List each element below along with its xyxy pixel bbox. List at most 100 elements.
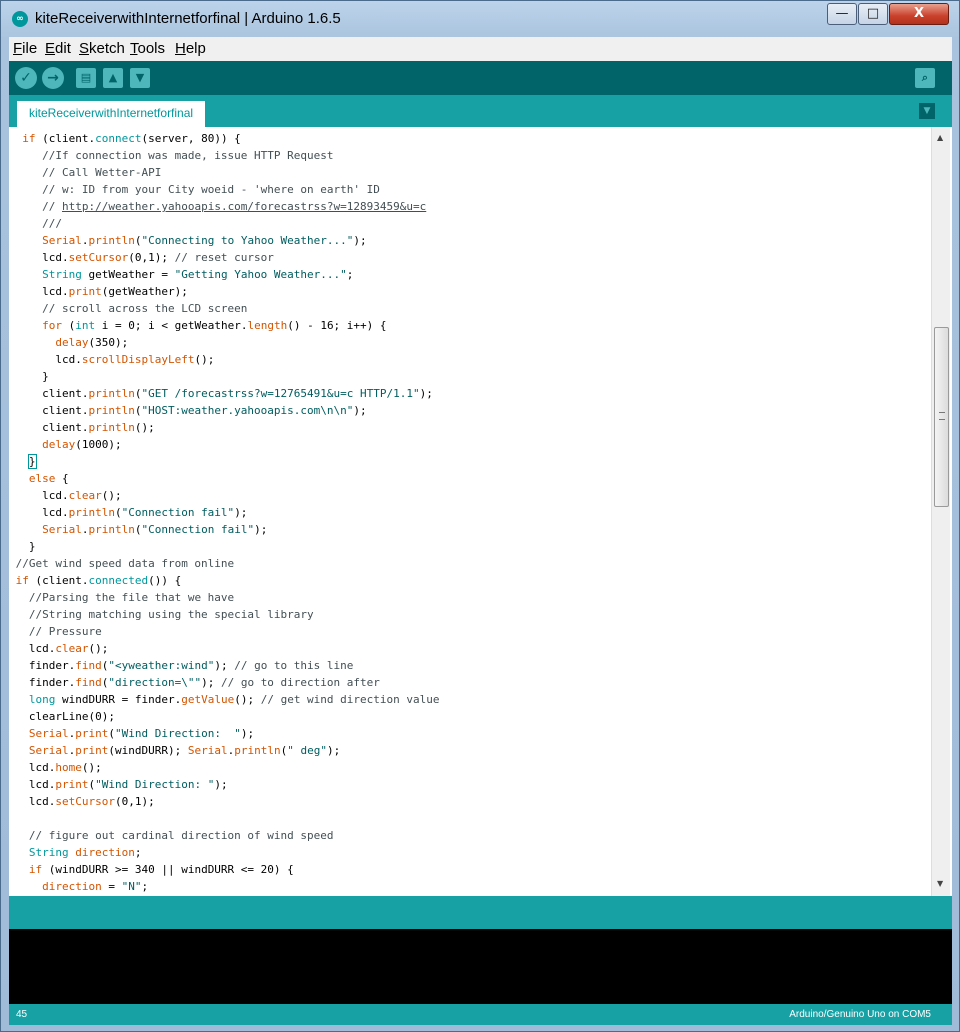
code-line[interactable]: lcd.println("Connection fail");	[9, 504, 931, 521]
close-button[interactable]: X	[889, 3, 949, 25]
code-token: clear	[55, 642, 89, 655]
code-line[interactable]: lcd.setCursor(0,1);	[9, 793, 931, 810]
code-line[interactable]: ///	[9, 215, 931, 232]
code-token: lcd.	[9, 285, 69, 298]
code-line[interactable]: // scroll across the LCD screen	[9, 300, 931, 317]
code-token: if	[22, 132, 36, 145]
code-line[interactable]: Serial.println("Connection fail");	[9, 521, 931, 538]
code-token: (1000);	[75, 438, 122, 451]
code-token: .	[81, 523, 89, 536]
scroll-up-arrow-icon[interactable]: ▲	[937, 133, 943, 142]
code-line[interactable]: // w: ID from your City woeid - 'where o…	[9, 181, 931, 198]
menu-help[interactable]: Help	[175, 40, 206, 57]
scrollbar-thumb[interactable]	[934, 327, 949, 507]
menu-tools[interactable]: Tools	[130, 40, 165, 57]
code-line[interactable]: Serial.print(windDURR); Serial.println("…	[9, 742, 931, 759]
scroll-down-arrow-icon[interactable]: ▼	[937, 879, 943, 888]
code-line[interactable]: // Pressure	[9, 623, 931, 640]
menu-file[interactable]: File	[13, 40, 37, 57]
code-token: "<yweather:wind"	[108, 659, 215, 672]
code-line[interactable]: // http://weather.yahooapis.com/forecast…	[9, 198, 931, 215]
code-line[interactable]: lcd.scrollDisplayLeft();	[9, 351, 931, 368]
code-token: // Pressure	[28, 625, 102, 638]
code-line[interactable]: else {	[9, 470, 931, 487]
code-token: clear	[68, 489, 102, 502]
code-line[interactable]: clearLine(0);	[9, 708, 931, 725]
code-line[interactable]: lcd.print("Wind Direction: ");	[9, 776, 931, 793]
new-icon[interactable]: ▤	[76, 68, 96, 88]
code-token: (client.	[35, 132, 96, 145]
maximize-button[interactable]: □	[858, 3, 888, 25]
code-line[interactable]: //String matching using the special libr…	[9, 606, 931, 623]
status-bar: 45 Arduino/Genuino Uno on COM5	[9, 1004, 952, 1025]
code-line[interactable]: }	[9, 538, 931, 555]
code-line[interactable]: String getWeather = "Getting Yahoo Weath…	[9, 266, 931, 283]
vertical-scrollbar[interactable]: ▲ ▼	[931, 127, 950, 896]
code-line[interactable]: Serial.print("Wind Direction: ");	[9, 725, 931, 742]
code-editor[interactable]: if (client.connect(server, 80)) { //If c…	[9, 127, 952, 896]
code-line[interactable]	[9, 810, 931, 827]
code-line[interactable]: finder.find("direction=\""); // go to di…	[9, 674, 931, 691]
code-line[interactable]: finder.find("<yweather:wind"); // go to …	[9, 657, 931, 674]
code-line[interactable]: lcd.print(getWeather);	[9, 283, 931, 300]
code-line[interactable]: //Get wind speed data from online	[9, 555, 931, 572]
minimize-button[interactable]: —	[827, 3, 857, 25]
code-line[interactable]: delay(350);	[9, 334, 931, 351]
code-line[interactable]: lcd.home();	[9, 759, 931, 776]
verify-icon[interactable]: ✓	[15, 67, 37, 89]
code-line[interactable]: for (int i = 0; i < getWeather.length() …	[9, 317, 931, 334]
code-line[interactable]: long windDURR = finder.getValue(); // ge…	[9, 691, 931, 708]
code-line[interactable]: lcd.clear();	[9, 487, 931, 504]
code-line[interactable]: String direction;	[9, 844, 931, 861]
console-output[interactable]	[9, 929, 952, 1004]
code-line[interactable]: if (windDURR >= 340 || windDURR <= 20) {	[9, 861, 931, 878]
code-line[interactable]: }	[9, 368, 931, 385]
code-line[interactable]: Serial.println("Connecting to Yahoo Weat…	[9, 232, 931, 249]
code-line[interactable]: lcd.clear();	[9, 640, 931, 657]
code-token: ;	[134, 846, 142, 859]
code-text-area[interactable]: if (client.connect(server, 80)) { //If c…	[9, 130, 931, 896]
code-line[interactable]: if (client.connected()) {	[9, 572, 931, 589]
code-line[interactable]: }	[9, 453, 931, 470]
upload-icon[interactable]: →	[42, 67, 64, 89]
code-token: String	[28, 846, 69, 859]
code-token: client.	[9, 404, 89, 417]
code-line[interactable]: lcd.setCursor(0,1); // reset cursor	[9, 249, 931, 266]
code-line[interactable]: // figure out cardinal direction of wind…	[9, 827, 931, 844]
code-token: Serial	[42, 234, 82, 247]
tab-sketch[interactable]: kiteReceiverwithInternetforfinal	[17, 101, 206, 127]
code-token: home	[55, 761, 82, 774]
code-line[interactable]: client.println("HOST:weather.yahooapis.c…	[9, 402, 931, 419]
menu-sketch[interactable]: Sketch	[79, 40, 125, 57]
menu-edit[interactable]: Edit	[45, 40, 71, 57]
code-token: print	[75, 727, 109, 740]
code-token: scrollDisplayLeft	[81, 353, 195, 366]
code-token: delay	[42, 438, 76, 451]
code-line[interactable]: //Parsing the file that we have	[9, 589, 931, 606]
code-token: print	[75, 744, 109, 757]
serial-monitor-icon[interactable]: ⌕	[915, 68, 935, 88]
code-token: println	[88, 404, 135, 417]
code-token: clearLine(0);	[9, 710, 115, 723]
code-token: //String matching using the special libr…	[28, 608, 314, 621]
code-line[interactable]: //If connection was made, issue HTTP Req…	[9, 147, 931, 164]
code-line[interactable]: client.println();	[9, 419, 931, 436]
open-icon[interactable]: ▲	[103, 68, 123, 88]
code-line[interactable]: direction = "N";	[9, 878, 931, 895]
code-token: "Getting Yahoo Weather..."	[174, 268, 347, 281]
save-icon[interactable]: ▼	[130, 68, 150, 88]
code-line[interactable]: if (client.connect(server, 80)) {	[9, 130, 931, 147]
tab-menu-chevron-down-icon[interactable]: ▼	[919, 103, 935, 119]
code-line[interactable]: delay(1000);	[9, 436, 931, 453]
title-bar[interactable]: ∞ kiteReceiverwithInternetforfinal | Ard…	[1, 1, 959, 37]
code-line[interactable]: client.println("GET /forecastrss?w=12765…	[9, 385, 931, 402]
code-token: direction	[75, 846, 135, 859]
code-line[interactable]: // Call Wetter-API	[9, 164, 931, 181]
